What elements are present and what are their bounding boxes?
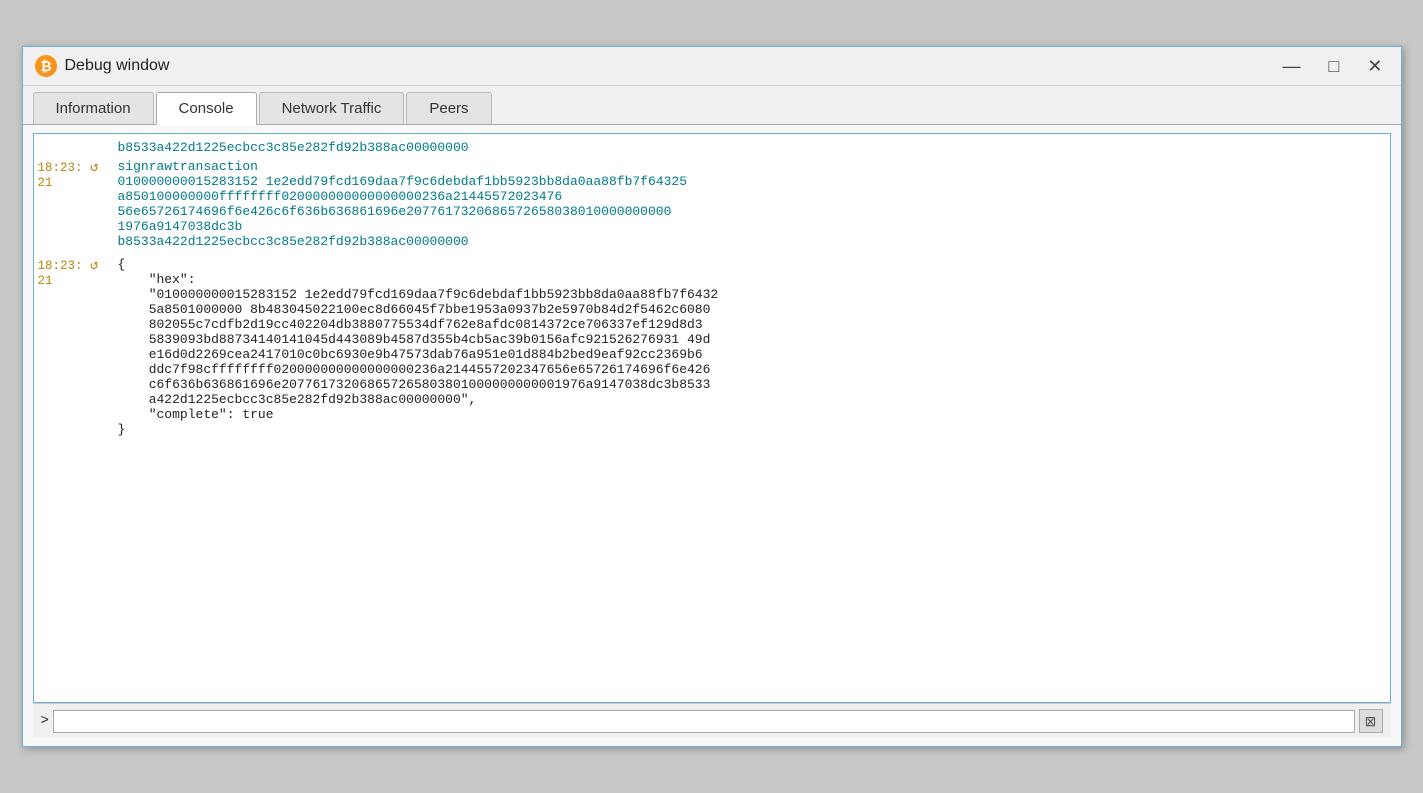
- title-bar: ₿ Debug window — □ ✕: [23, 47, 1401, 86]
- timestamp-label2: 18:23: ↺ 21: [38, 257, 118, 288]
- clear-button[interactable]: ⊠: [1359, 709, 1383, 733]
- window-title: Debug window: [65, 57, 170, 75]
- minimize-button[interactable]: —: [1277, 55, 1307, 77]
- list-item: 18:23: ↺ 21 { "hex": "010000000015283152…: [38, 257, 1386, 437]
- tab-information[interactable]: Information: [33, 92, 154, 124]
- title-bar-controls: — □ ✕: [1277, 55, 1389, 77]
- timestamp-label: 18:23: ↺ 21: [38, 159, 118, 190]
- list-item: 18:23: ↺ 21 signrawtransaction 010000000…: [38, 159, 1386, 249]
- svg-text:₿: ₿: [40, 59, 51, 74]
- prompt-symbol: >: [41, 713, 49, 729]
- tab-console[interactable]: Console: [156, 92, 257, 125]
- console-json: { "hex": "010000000015283152 1e2edd79fcd…: [118, 257, 1386, 437]
- input-bar: > ⊠: [33, 703, 1391, 738]
- console-output[interactable]: b8533a422d1225ecbcc3c85e282fd92b388ac000…: [33, 133, 1391, 703]
- content-area: b8533a422d1225ecbcc3c85e282fd92b388ac000…: [23, 125, 1401, 746]
- command-input[interactable]: [53, 710, 1355, 733]
- tab-bar: Information Console Network Traffic Peer…: [23, 86, 1401, 125]
- console-line: b8533a422d1225ecbcc3c85e282fd92b388ac000…: [118, 140, 1386, 155]
- bitcoin-icon: ₿: [35, 55, 57, 77]
- maximize-button[interactable]: □: [1323, 55, 1346, 77]
- tab-peers[interactable]: Peers: [406, 92, 491, 124]
- list-item: b8533a422d1225ecbcc3c85e282fd92b388ac000…: [38, 140, 1386, 155]
- clear-icon: ⊠: [1365, 713, 1377, 730]
- close-button[interactable]: ✕: [1361, 55, 1388, 77]
- tab-network-traffic[interactable]: Network Traffic: [259, 92, 405, 124]
- debug-window: ₿ Debug window — □ ✕ Information Console…: [22, 46, 1402, 747]
- title-bar-left: ₿ Debug window: [35, 55, 170, 77]
- console-line: signrawtransaction 010000000015283152 1e…: [118, 159, 1386, 249]
